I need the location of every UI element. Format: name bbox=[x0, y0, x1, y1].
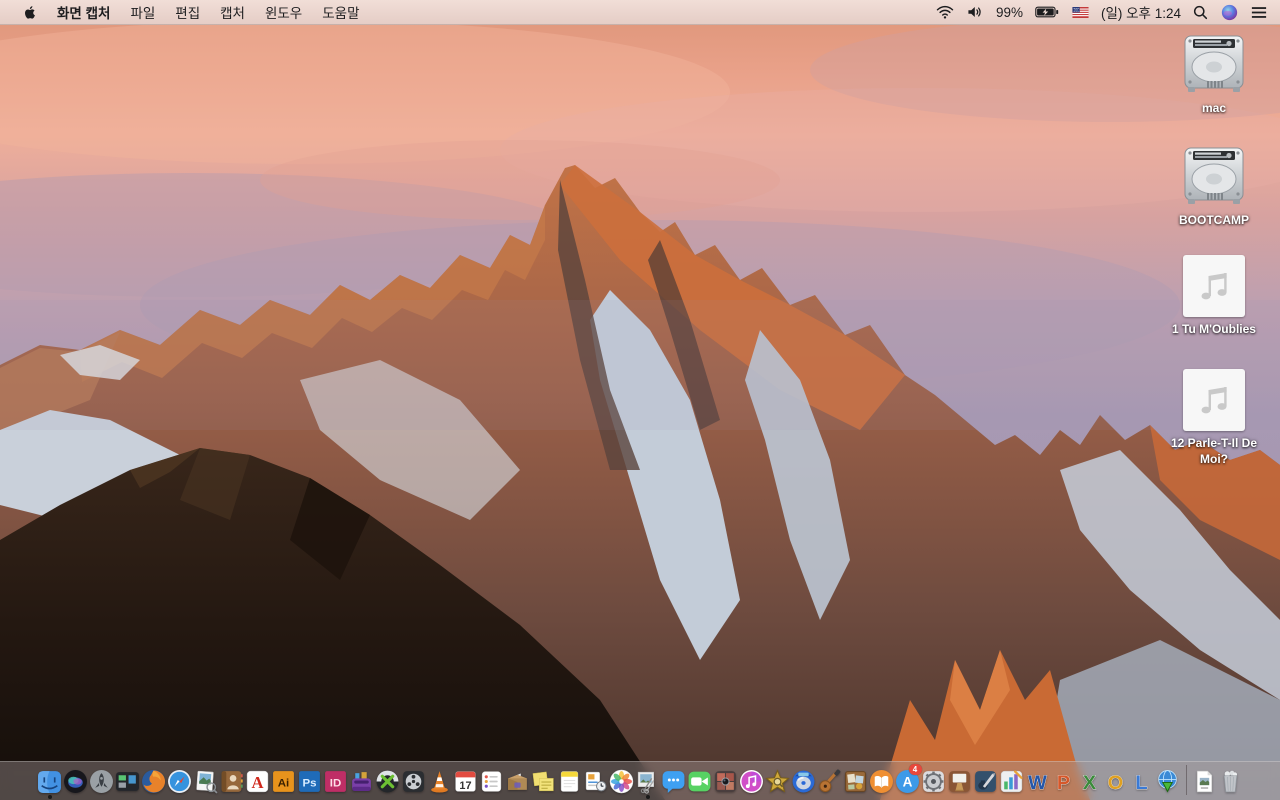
dock-reminders-icon[interactable] bbox=[479, 763, 505, 799]
svg-text:P: P bbox=[1057, 771, 1070, 793]
dock-ibooks-icon[interactable] bbox=[869, 763, 895, 799]
dock-indesign-icon[interactable]: ID bbox=[323, 763, 349, 799]
apple-menu[interactable] bbox=[12, 4, 47, 21]
dock-lync-icon[interactable]: L bbox=[1129, 763, 1155, 799]
dock-iweb-icon[interactable] bbox=[843, 763, 869, 799]
active-app-menu[interactable]: 화면 캡처 bbox=[47, 2, 120, 22]
audio-file-icon bbox=[1183, 255, 1245, 317]
dock-documents-clock-icon[interactable] bbox=[583, 763, 609, 799]
wifi-icon[interactable] bbox=[933, 5, 957, 19]
desktop-icon-label: 12 Parle-T-Il De Moi? bbox=[1170, 436, 1258, 467]
desktop-icon-audio-2[interactable]: 12 Parle-T-Il De Moi? bbox=[1154, 369, 1274, 467]
wallpaper-sierra-mountain bbox=[0, 0, 1280, 800]
menu-bar: 화면 캡처 파일 편집 캡처 윈도우 도움말 99% (일) 오후 1:24 bbox=[0, 0, 1280, 25]
dock-finder-icon[interactable] bbox=[37, 763, 63, 799]
desktop-icon-label: BOOTCAMP bbox=[1179, 213, 1249, 227]
dock-film-reel-icon[interactable] bbox=[401, 763, 427, 799]
running-indicator bbox=[47, 795, 52, 799]
dock-keynote-icon[interactable] bbox=[947, 763, 973, 799]
dock-notes-icon[interactable] bbox=[557, 763, 583, 799]
svg-text:17: 17 bbox=[459, 779, 471, 791]
dock-dvd-ripper-icon[interactable] bbox=[791, 763, 817, 799]
dock-system-preferences-icon[interactable] bbox=[921, 763, 947, 799]
dock-imovie-star-icon[interactable] bbox=[765, 763, 791, 799]
svg-text:A: A bbox=[903, 774, 913, 789]
audio-file-icon bbox=[1183, 369, 1245, 431]
desktop-icon-bootcamp-drive[interactable]: BOOTCAMP bbox=[1154, 146, 1274, 228]
dock-pages-icon[interactable] bbox=[973, 763, 999, 799]
svg-text:Ps: Ps bbox=[303, 777, 317, 789]
dock-firefox-icon[interactable] bbox=[141, 763, 167, 799]
desktop-icon-label: 1 Tu M'Oublies bbox=[1172, 322, 1256, 336]
svg-text:X: X bbox=[1083, 771, 1097, 793]
dock-word-icon[interactable]: W bbox=[1025, 763, 1051, 799]
dock-trash-full-icon[interactable] bbox=[1218, 763, 1244, 799]
svg-text:O: O bbox=[1108, 771, 1123, 793]
dock-powerpoint-icon[interactable]: P bbox=[1051, 763, 1077, 799]
dock-stickies-icon[interactable] bbox=[531, 763, 557, 799]
desktop: 화면 캡처 파일 편집 캡처 윈도우 도움말 99% (일) 오후 1:24 m… bbox=[0, 0, 1280, 800]
dock-acrobat-icon[interactable]: A bbox=[245, 763, 271, 799]
battery-charging-icon[interactable] bbox=[1032, 6, 1062, 18]
dock-package-icon[interactable] bbox=[505, 763, 531, 799]
dock: A Ai Ps ID 17 A 4 W P X O L bbox=[0, 761, 1280, 800]
hard-drive-icon bbox=[1184, 147, 1244, 204]
dock-garageband-icon[interactable] bbox=[817, 763, 843, 799]
dock-numbers-icon[interactable] bbox=[999, 763, 1025, 799]
dock-mission-control-icon[interactable] bbox=[115, 763, 141, 799]
dock-photos-icon[interactable] bbox=[609, 763, 635, 799]
volume-icon[interactable] bbox=[964, 5, 987, 19]
menu-edit[interactable]: 편집 bbox=[165, 2, 210, 22]
dock-divider bbox=[1185, 765, 1187, 795]
clock[interactable]: (일) 오후 1:24 bbox=[1099, 2, 1183, 22]
dock-photo-booth-icon[interactable] bbox=[713, 763, 739, 799]
apple-logo-icon bbox=[25, 5, 35, 19]
dock-excel-icon[interactable]: X bbox=[1077, 763, 1103, 799]
dock-globe-download-icon[interactable] bbox=[1155, 763, 1181, 799]
menu-file[interactable]: 파일 bbox=[120, 2, 165, 22]
battery-percent: 99% bbox=[995, 4, 1023, 20]
hard-drive-icon bbox=[1184, 35, 1244, 92]
dock-app-store-icon[interactable]: A4 bbox=[895, 763, 922, 799]
svg-text:ID: ID bbox=[330, 777, 341, 789]
dock-launchpad-icon[interactable] bbox=[89, 763, 115, 799]
running-indicator bbox=[645, 795, 650, 799]
dock-preview-icon[interactable] bbox=[193, 763, 219, 799]
dock-siri-icon[interactable] bbox=[63, 763, 89, 799]
spotlight-icon[interactable] bbox=[1190, 5, 1211, 20]
dock-screen-capture-icon[interactable] bbox=[635, 763, 661, 799]
dock-photoshop-icon[interactable]: Ps bbox=[297, 763, 323, 799]
dock-facetime-icon[interactable] bbox=[687, 763, 713, 799]
notification-center-icon[interactable] bbox=[1248, 6, 1270, 19]
svg-text:L: L bbox=[1135, 771, 1147, 793]
us-flag-icon[interactable] bbox=[1069, 6, 1092, 18]
siri-icon[interactable] bbox=[1218, 4, 1241, 21]
dock-calendar-icon[interactable]: 17 bbox=[453, 763, 479, 799]
svg-text:Ai: Ai bbox=[278, 777, 289, 789]
menu-capture[interactable]: 캡처 bbox=[210, 2, 255, 22]
dock-contacts-icon[interactable] bbox=[219, 763, 245, 799]
desktop-icon-audio-1[interactable]: 1 Tu M'Oublies bbox=[1154, 255, 1274, 337]
dock-illustrator-icon[interactable]: Ai bbox=[271, 763, 297, 799]
dock-document-file-icon[interactable] bbox=[1192, 763, 1218, 799]
dock-safari-icon[interactable] bbox=[167, 763, 193, 799]
dock-itunes-icon[interactable] bbox=[739, 763, 765, 799]
dock-toast-icon[interactable] bbox=[349, 763, 375, 799]
menu-help[interactable]: 도움말 bbox=[312, 2, 369, 22]
svg-text:W: W bbox=[1028, 771, 1047, 793]
svg-text:A: A bbox=[251, 772, 263, 791]
dock-x-app-icon[interactable] bbox=[375, 763, 401, 799]
desktop-icon-mac-drive[interactable]: mac bbox=[1154, 34, 1274, 116]
desktop-icon-label: mac bbox=[1201, 101, 1227, 115]
menu-window[interactable]: 윈도우 bbox=[255, 2, 312, 22]
dock-messages-icon[interactable] bbox=[661, 763, 687, 799]
dock-vlc-icon[interactable] bbox=[427, 763, 453, 799]
dock-outlook-icon[interactable]: O bbox=[1103, 763, 1129, 799]
